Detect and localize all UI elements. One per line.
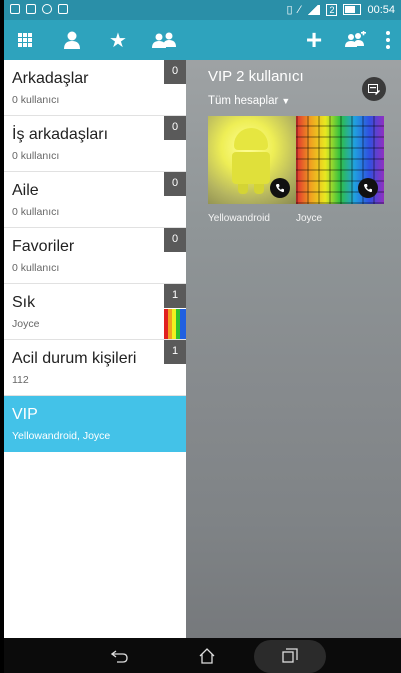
call-icon[interactable]: [358, 178, 378, 198]
group-name: Favoriler: [12, 238, 75, 255]
group-item-sik[interactable]: Sık Joyce 1: [4, 284, 186, 340]
more-icon[interactable]: [381, 28, 395, 52]
group-count-badge: 1: [164, 340, 186, 364]
group-count-badge: 0: [164, 228, 186, 252]
chevron-down-icon: ▼: [281, 96, 291, 106]
contact-card-joyce[interactable]: [296, 116, 384, 204]
contacts-screen: ▯ ⁄ 2 00:54 ★ + Arkadaşlar 0 kullanıcı 0…: [4, 0, 401, 673]
account-filter-dropdown[interactable]: Tüm hesaplar ▼: [208, 95, 290, 107]
account-filter-label: Tüm hesaplar: [208, 95, 279, 107]
group-count-badge: 0: [164, 172, 186, 196]
calendar-icon: [10, 4, 20, 14]
status-time: 00:54: [367, 3, 395, 16]
group-item-vip[interactable]: VIP Yellowandroid, Joyce: [4, 396, 186, 452]
contact-card-yellowandroid[interactable]: [208, 116, 296, 204]
vibrate-icon: ▯: [286, 4, 293, 16]
image-icon: [58, 4, 68, 14]
group-member-summary: Yellowandroid, Joyce: [12, 430, 111, 442]
group-name: Sık: [12, 294, 36, 311]
group-count-badge: 1: [164, 284, 186, 308]
group-name: İş arkadaşları: [12, 126, 109, 143]
group-member-summary: Joyce: [12, 318, 40, 330]
mute-icon: ⁄: [298, 3, 301, 16]
group-item-is-arkadaslari[interactable]: İş arkadaşları 0 kullanıcı 0: [4, 116, 186, 172]
toolbar: ★ +: [4, 20, 401, 60]
apps-grid-icon[interactable]: [12, 28, 38, 52]
group-member-summary: 0 kullanıcı: [12, 150, 60, 162]
group-member-summary: 0 kullanıcı: [12, 206, 60, 218]
person-icon[interactable]: [59, 28, 85, 52]
group-name: Aile: [12, 182, 39, 199]
back-icon[interactable]: [105, 644, 135, 668]
sim-badge: 2: [326, 3, 338, 16]
group-item-arkadaslar[interactable]: Arkadaşlar 0 kullanıcı 0: [4, 60, 186, 116]
contact-photo: [228, 128, 274, 194]
group-name: Arkadaşlar: [12, 70, 89, 87]
recent-apps-icon[interactable]: [275, 644, 305, 668]
group-count-badge: 0: [164, 60, 186, 84]
home-icon[interactable]: [192, 644, 222, 668]
group-detail-title: VIP 2 kullanıcı: [208, 68, 304, 85]
group-item-acil-durum[interactable]: Acil durum kişileri 112 1: [4, 340, 186, 396]
status-bar: ▯ ⁄ 2 00:54: [4, 0, 401, 20]
call-icon[interactable]: [270, 178, 290, 198]
groups-icon[interactable]: [151, 28, 177, 52]
mail-icon: [26, 4, 36, 14]
group-member-summary: 0 kullanıcı: [12, 94, 60, 106]
group-name: Acil durum kişileri: [12, 350, 137, 367]
group-name: VIP: [12, 406, 38, 423]
chat-icon: [42, 4, 52, 14]
navigation-bar: [4, 638, 401, 673]
group-item-favoriler[interactable]: Favoriler 0 kullanıcı 0: [4, 228, 186, 284]
battery-icon: [343, 4, 362, 15]
contact-name: Yellowandroid: [208, 213, 270, 224]
member-thumbnail: [164, 309, 186, 339]
group-detail-panel: VIP 2 kullanıcı Tüm hesaplar ▼ Yellowandr…: [186, 60, 401, 638]
contact-name: Joyce: [296, 213, 323, 224]
signal-icon: [306, 4, 321, 15]
group-member-summary: 0 kullanıcı: [12, 262, 60, 274]
add-group-icon[interactable]: [342, 28, 368, 52]
star-icon[interactable]: ★: [105, 28, 131, 52]
group-count-badge: 0: [164, 116, 186, 140]
group-item-aile[interactable]: Aile 0 kullanıcı 0: [4, 172, 186, 228]
group-list: Arkadaşlar 0 kullanıcı 0 İş arkadaşları …: [4, 60, 186, 638]
group-member-summary: 112: [12, 374, 29, 386]
add-icon[interactable]: +: [301, 26, 327, 54]
edit-group-icon[interactable]: [362, 77, 386, 101]
